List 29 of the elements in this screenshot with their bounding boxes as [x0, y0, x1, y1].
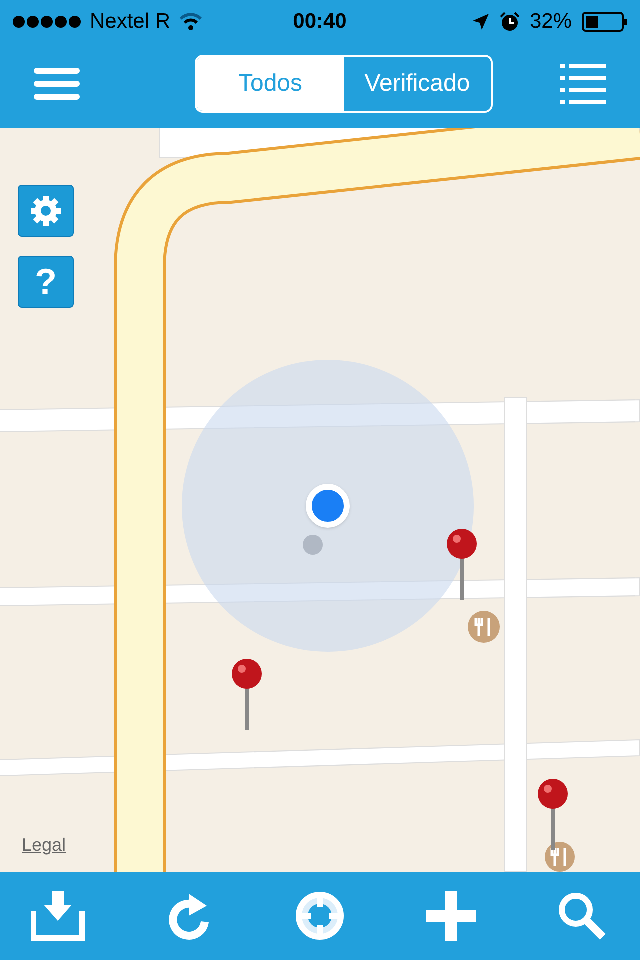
crosshair-icon [295, 891, 345, 941]
map-pin-icon [536, 778, 570, 852]
signal-icon [12, 15, 82, 29]
map-pin-icon [445, 528, 479, 602]
battery-percentage: 32% [530, 9, 572, 36]
download-icon [31, 891, 85, 941]
location-arrow-icon [472, 13, 490, 31]
help-button[interactable]: ? [18, 256, 74, 308]
restaurant-marker-icon [467, 610, 501, 644]
carrier-name: Nextel R [90, 9, 171, 36]
list-icon [560, 63, 606, 105]
search-icon [557, 891, 607, 941]
battery-icon [582, 12, 628, 32]
filter-tab[interactable]: Todos [197, 57, 344, 111]
legal-link[interactable]: Legal [22, 832, 66, 859]
gear-icon [30, 195, 62, 227]
plus-icon [426, 891, 476, 941]
alarm-clock-icon [500, 12, 520, 32]
clock-time: 00:40 [293, 9, 347, 36]
restaurant-marker-icon [543, 840, 577, 872]
list-button[interactable] [560, 61, 606, 107]
add-button[interactable] [423, 888, 479, 944]
wifi-icon [178, 13, 203, 31]
refresh-icon [167, 892, 211, 940]
download-button[interactable] [30, 888, 86, 944]
settings-button[interactable] [18, 185, 74, 237]
menu-icon [34, 67, 80, 101]
menu-button[interactable] [34, 66, 80, 102]
map-pin-icon [230, 658, 264, 732]
